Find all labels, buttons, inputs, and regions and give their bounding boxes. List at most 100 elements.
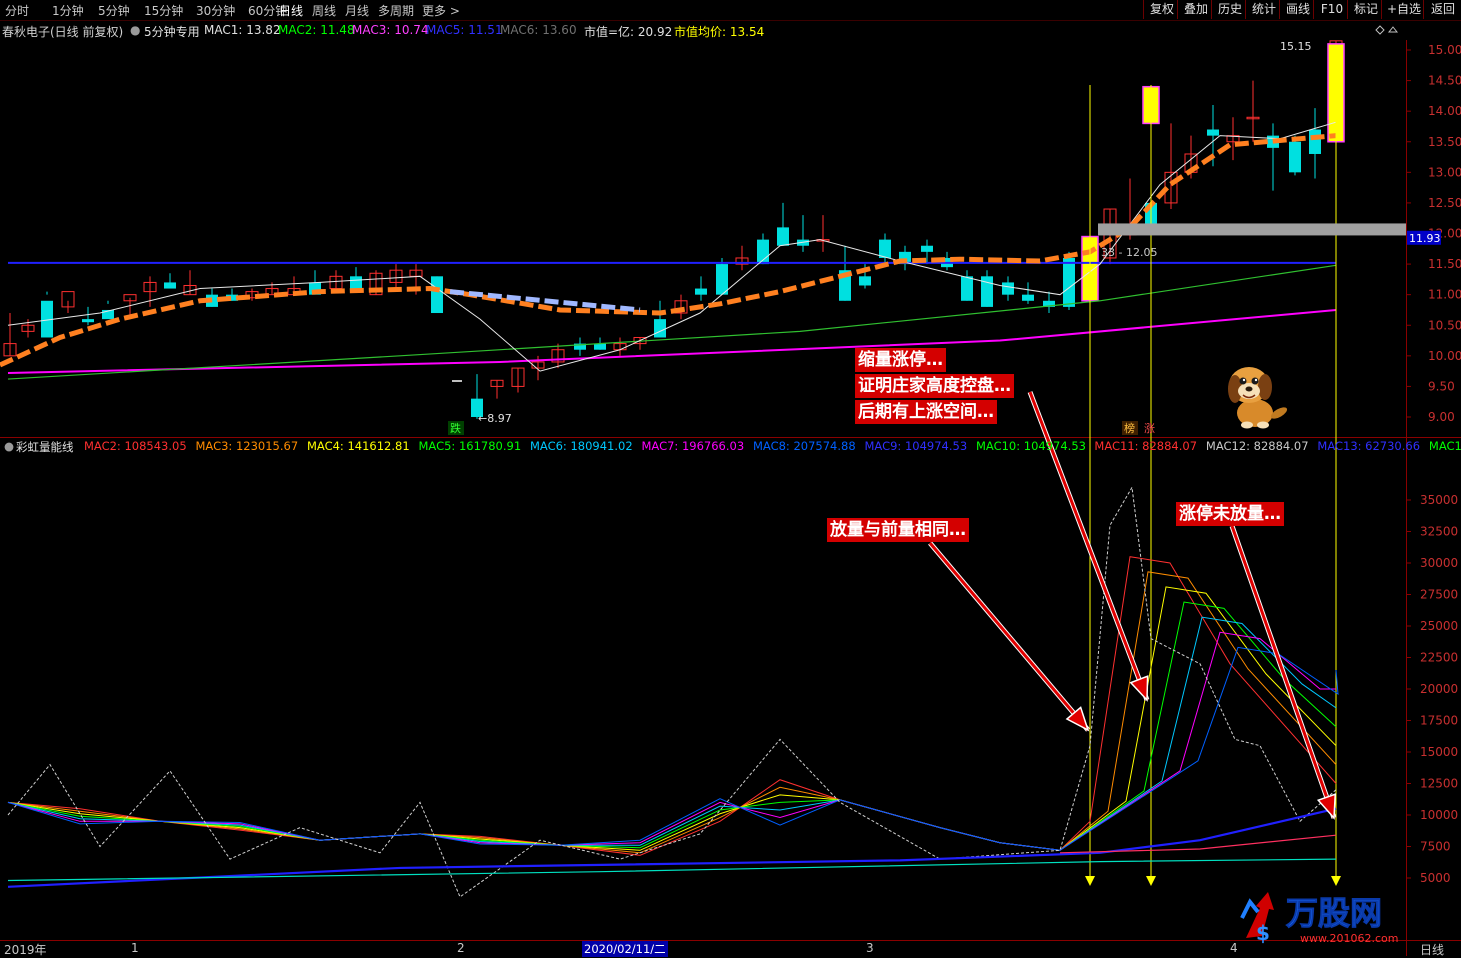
price-tick-label: 9.00 (1428, 410, 1455, 424)
magenta-ma-line (7, 308, 1337, 374)
date-month-2: 2 (457, 941, 465, 955)
price-tick-label: 14.00 (1428, 104, 1461, 118)
candle-body (1207, 129, 1219, 136)
date-month-4: 4 (1230, 941, 1238, 955)
candle-body (716, 264, 728, 295)
candle-body (859, 276, 871, 286)
low-price-label: ←8.97 (478, 412, 512, 425)
date-month-3: 3 (866, 941, 874, 955)
volume-tick-label: 30000 (1420, 556, 1458, 570)
volume-tick-label: 32500 (1420, 525, 1458, 539)
price-tick-label: 15.00 (1428, 43, 1461, 57)
volume-legend-item: MAC8: 207574.88 (753, 439, 856, 453)
rise-marker: 涨 (1144, 422, 1155, 435)
volume-ma-line (7, 556, 1337, 856)
rainbow-volume-lines (7, 485, 1339, 898)
band-price-label: 33 - 12.05 (1101, 246, 1157, 259)
volume-legend-item: MAC13: 62730.66 (1317, 439, 1421, 453)
annotation-arrow-head-icon (1316, 793, 1337, 820)
price-tick-label: 13.50 (1428, 135, 1461, 149)
volume-tick-label: 10000 (1420, 808, 1458, 822)
price-tick-label: 11.50 (1428, 257, 1461, 271)
wangu-logo: $ 万股网 www.201062.com (1240, 892, 1398, 945)
price-tick-label: 14.50 (1428, 74, 1461, 88)
fall-marker: 跌 (450, 421, 461, 435)
candle-body (777, 227, 789, 246)
candle-body (164, 282, 176, 289)
volume-legend-item: MAC9: 104974.53 (864, 439, 968, 453)
candle-body (961, 276, 973, 301)
candle-body (654, 319, 666, 338)
candle-body (1063, 257, 1075, 307)
logo-text: 万股网 (1286, 894, 1382, 932)
candle-body (82, 319, 94, 323)
volume-ma-line (7, 586, 1337, 851)
volume-legend-item: MAC3: 123015.67 (195, 439, 299, 453)
current-price-label: 11.93 (1409, 232, 1441, 245)
volume-ma-line (7, 616, 1337, 851)
annotation-limit-no-volume: 涨停未放量… (1176, 502, 1284, 526)
volume-legend-item: MAC4: 141612.81 (307, 439, 410, 453)
volume-tick-label: 22500 (1420, 651, 1458, 665)
candle-body (1002, 282, 1014, 295)
volume-tick-label: 20000 (1420, 682, 1458, 696)
diamond-icon (1375, 25, 1385, 35)
stock-chart-app: 分时 1分钟 5分钟 15分钟 30分钟 60分钟 日线 周线 月线 多周期 更… (0, 0, 1461, 957)
volume-tick-label: 15000 (1420, 745, 1458, 759)
volume-long-red (1059, 834, 1337, 854)
candle-body (695, 288, 707, 295)
volume-legend-item: MAC5: 161780.91 (418, 439, 522, 453)
volume-legend-item: MAC14: 62730.66 (1428, 439, 1461, 453)
volume-tick-label: 17500 (1420, 714, 1458, 728)
volume-legend-item: MAC6: 180941.02 (530, 439, 633, 453)
volume-indicator-title[interactable]: 彩虹量能线 (16, 439, 74, 455)
candle-body (879, 239, 891, 258)
price-tick-label: 12.50 (1428, 196, 1461, 210)
price-tick-label: 10.50 (1428, 318, 1461, 332)
candle-body (594, 343, 606, 350)
annotation-arrow-line (928, 542, 1090, 731)
volume-axis: 35000 32500 30000 27500 25000 22500 20000 17500… (1406, 493, 1458, 885)
svg-text:$: $ (1256, 921, 1270, 945)
legend-dot-icon[interactable]: ● (4, 439, 14, 453)
guide-arrow-icon (1146, 876, 1156, 886)
volume-legend-item: MAC12: 82884.07 (1205, 439, 1309, 453)
guide-arrow-icon (1085, 876, 1095, 886)
annotation-shrink-volume: 缩量涨停… (855, 348, 946, 372)
annotation-upside: 后期有上涨空间… (855, 400, 997, 424)
volume-legend-item: MAC11: 82884.07 (1094, 439, 1198, 453)
price-tick-label: 9.50 (1428, 379, 1455, 393)
chart-canvas[interactable]: 15.0014.5014.0013.5013.0012.5012.0011.50… (0, 0, 1461, 956)
candle-body (921, 245, 933, 252)
candle-body (1309, 129, 1321, 154)
volume-tick-label: 12500 (1420, 777, 1458, 791)
volume-legend-item: MAC2: 108543.05 (84, 439, 187, 453)
price-tick-label: 10.00 (1428, 349, 1461, 363)
bang-marker: 榜 (1124, 421, 1135, 435)
dog-mascot-icon (1228, 367, 1288, 429)
price-tick-label: 13.00 (1428, 165, 1461, 179)
volume-tick-label: 27500 (1420, 588, 1458, 602)
green-ma-line (7, 264, 1337, 380)
moving-average-lines (0, 85, 1406, 886)
annotation-control: 证明庄家高度控盘… (855, 374, 1014, 398)
cursor-date-label: 2020/02/11/二 (582, 941, 668, 957)
triangle-icon (1387, 26, 1399, 33)
high-price-label: 15.15 (1280, 40, 1312, 53)
price-tick-label: 11.00 (1428, 288, 1461, 302)
candle-body (350, 276, 362, 289)
volume-legend-item: MAC10: 104974.53 (976, 439, 1086, 453)
price-band (1098, 223, 1406, 236)
annotation-arrow-head-icon (1129, 675, 1149, 702)
volume-tick-label: 25000 (1420, 619, 1458, 633)
logo-url: www.201062.com (1300, 932, 1398, 945)
price-axis: 15.0014.5014.0013.5013.0012.5012.0011.50… (1406, 43, 1461, 424)
volume-long-blue (7, 807, 1337, 888)
annotation-arrow-line (1230, 525, 1336, 819)
date-year-label: 2019年 (4, 943, 47, 957)
candle-body (1289, 141, 1301, 173)
volume-ma-line (7, 571, 1337, 854)
volume-legend-item: MAC7: 196766.03 (641, 439, 745, 453)
annotation-same-volume: 放量与前量相同… (827, 518, 969, 542)
volume-tick-label: 35000 (1420, 493, 1458, 507)
